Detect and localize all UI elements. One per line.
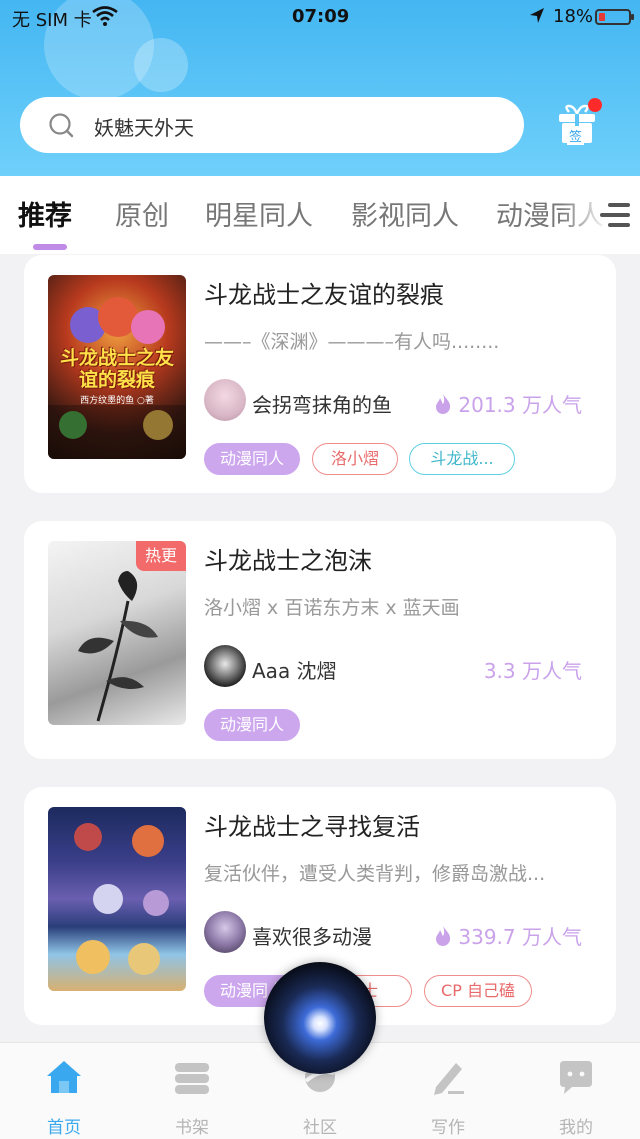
book-title: 斗龙战士之泡沫 bbox=[204, 547, 372, 575]
nav-label: 书架 bbox=[175, 1118, 209, 1138]
nav-write[interactable]: 写作 bbox=[408, 1057, 488, 1138]
battery-percent: 18% bbox=[553, 6, 594, 27]
author-avatar bbox=[204, 911, 246, 953]
book-title: 斗龙战士之寻找复活 bbox=[204, 813, 420, 841]
location-arrow-icon bbox=[530, 8, 544, 23]
decor-bubble bbox=[134, 38, 188, 92]
nav-label: 我的 bbox=[559, 1118, 593, 1138]
home-icon bbox=[47, 1061, 81, 1093]
nav-label: 写作 bbox=[431, 1118, 465, 1138]
book-description: ——–《深渊》———–有人吗........ bbox=[204, 331, 500, 353]
fire-icon bbox=[436, 926, 451, 946]
tab-celebrity-fanfic[interactable]: 明星同人 bbox=[205, 194, 313, 233]
tag[interactable]: 动漫同人 bbox=[204, 443, 300, 475]
write-icon bbox=[434, 1063, 464, 1095]
tag[interactable]: 动漫同人 bbox=[204, 709, 300, 741]
popularity: 3.3 万人气 bbox=[484, 655, 582, 684]
clock: 07:09 bbox=[292, 6, 350, 27]
book-description: 复活伙伴，遭受人类背判，修爵岛激战... bbox=[204, 863, 546, 885]
fire-icon bbox=[436, 394, 451, 414]
search-icon bbox=[49, 113, 74, 138]
author-name: 喜欢很多动漫 bbox=[252, 925, 372, 949]
header: 无 SIM 卡 07:09 18% 妖魅天外天 签 bbox=[0, 0, 640, 176]
author-avatar bbox=[204, 379, 246, 421]
search-bar[interactable]: 妖魅天外天 bbox=[20, 97, 524, 153]
tag[interactable]: 斗龙战... bbox=[409, 443, 515, 475]
popularity: 201.3 万人气 bbox=[434, 389, 582, 418]
nav-label: 首页 bbox=[47, 1118, 81, 1138]
author-name: Aaa 沈熠 bbox=[252, 659, 337, 683]
notification-dot bbox=[588, 98, 602, 112]
siri-orb[interactable] bbox=[264, 962, 376, 1074]
hot-update-badge: 热更 bbox=[136, 541, 186, 571]
category-tabs: 推荐 原创 明星同人 影视同人 动漫同人 bbox=[0, 176, 640, 254]
status-bar: 无 SIM 卡 07:09 18% bbox=[0, 0, 640, 34]
tab-recommend[interactable]: 推荐 bbox=[18, 194, 72, 233]
book-card[interactable]: 热更 斗龙战士之泡沫 洛小熠 x 百诺东方末 x 蓝天画 Aaa 沈熠 3.3 … bbox=[24, 521, 616, 759]
tab-film-fanfic[interactable]: 影视同人 bbox=[351, 194, 459, 233]
carrier-label: 无 SIM 卡 bbox=[12, 10, 92, 31]
tag[interactable]: 洛小熠 bbox=[312, 443, 398, 475]
profile-icon bbox=[560, 1061, 592, 1094]
book-title: 斗龙战士之友谊的裂痕 bbox=[204, 281, 444, 309]
search-placeholder: 妖魅天外天 bbox=[94, 116, 194, 140]
battery-icon bbox=[595, 9, 634, 25]
sign-in-label: 签 bbox=[567, 126, 585, 145]
nav-bookshelf[interactable]: 书架 bbox=[152, 1057, 232, 1138]
book-cover bbox=[48, 807, 186, 991]
bookshelf-icon bbox=[175, 1063, 209, 1094]
popularity-value: 3.3 万人气 bbox=[483, 659, 582, 683]
nav-label: 社区 bbox=[303, 1118, 337, 1138]
sign-in-gift-button[interactable]: 签 bbox=[556, 98, 602, 146]
cover-art bbox=[74, 823, 169, 975]
wifi-icon bbox=[92, 6, 118, 26]
tab-original[interactable]: 原创 bbox=[115, 194, 169, 233]
book-cover: 斗龙战士之友谊的裂痕 西方纹墨的鱼 ○著 bbox=[48, 275, 186, 459]
category-menu-icon[interactable] bbox=[598, 200, 632, 230]
popularity-value: 201.3 万人气 bbox=[458, 393, 582, 417]
active-tab-indicator bbox=[33, 244, 67, 250]
author-name: 会拐弯抹角的鱼 bbox=[252, 393, 392, 417]
book-card[interactable]: 斗龙战士之友谊的裂痕 西方纹墨的鱼 ○著 斗龙战士之友谊的裂痕 ——–《深渊》—… bbox=[24, 255, 616, 493]
popularity-value: 339.7 万人气 bbox=[458, 925, 582, 949]
nav-home[interactable]: 首页 bbox=[24, 1057, 104, 1138]
popularity: 339.7 万人气 bbox=[434, 921, 582, 950]
book-cover: 热更 bbox=[48, 541, 186, 725]
author-avatar bbox=[204, 645, 246, 687]
cover-author: 西方纹墨的鱼 ○著 bbox=[80, 396, 154, 406]
cover-title: 斗龙战士之友谊的裂痕 bbox=[59, 347, 174, 391]
nav-profile[interactable]: 我的 bbox=[536, 1057, 616, 1138]
tag[interactable]: CP 自己磕 bbox=[424, 975, 532, 1007]
book-description: 洛小熠 x 百诺东方末 x 蓝天画 bbox=[204, 597, 460, 619]
